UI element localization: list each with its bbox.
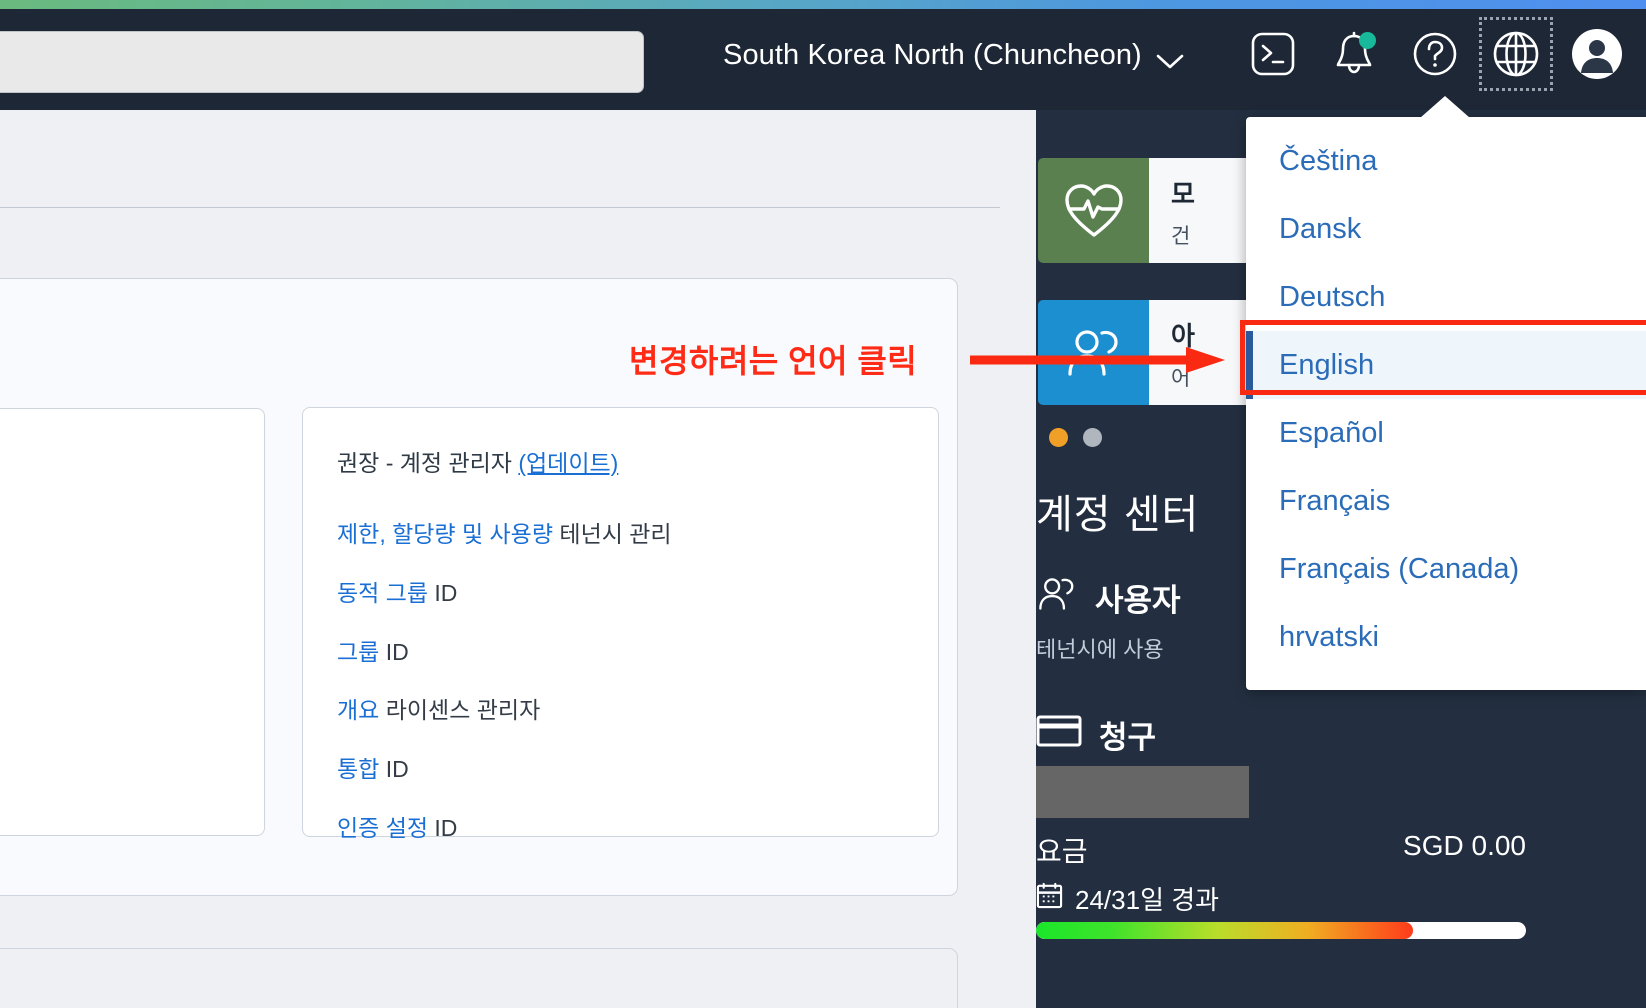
content-card-bottom: [0, 948, 958, 1008]
carousel-dots[interactable]: [1049, 428, 1102, 447]
content-strip-upper: [0, 110, 1000, 208]
brand-gradient-strip: [0, 0, 1646, 9]
days-progress-fill: [1036, 922, 1414, 939]
region-selector[interactable]: South Korea North (Chuncheon): [723, 39, 1184, 72]
days-elapsed-label: 24/31일 경과: [1075, 885, 1220, 915]
help-icon: [1412, 31, 1458, 77]
heart-pulse-icon: [1038, 158, 1149, 263]
language-dropdown-menu[interactable]: Čeština Dansk Deutsch English Español Fr…: [1246, 117, 1646, 690]
quick-links-update-link[interactable]: (업데이트): [518, 450, 618, 476]
quick-link-anchor[interactable]: 그룹: [337, 639, 379, 665]
users-section-subtitle: 테넌시에 사용: [1036, 637, 1164, 662]
quick-links-heading-text: 권장 - 계정 관리자: [337, 450, 519, 476]
quick-link-row: 동적 그룹 ID: [337, 579, 904, 608]
users-section: 사용자 테넌시에 사용: [1036, 575, 1181, 664]
quick-link-anchor[interactable]: 제한, 할당량 및 사용량: [337, 521, 553, 547]
billing-section-title: 청구: [1099, 720, 1157, 755]
credit-card-icon: [1036, 714, 1082, 756]
quick-link-row: 인증 설정 ID: [337, 814, 904, 843]
quick-link-row: 통합 ID: [337, 755, 904, 784]
cloud-shell-button[interactable]: [1246, 27, 1300, 81]
quick-link-rest: ID: [379, 638, 409, 665]
users-icon: [1036, 576, 1078, 620]
carousel-dot-active[interactable]: [1049, 428, 1068, 447]
language-option-italiano[interactable]: Italiano: [1246, 671, 1646, 691]
charge-value: SGD 0.00: [1403, 830, 1526, 861]
quick-links-card: 권장 - 계정 관리자 (업데이트) 제한, 할당량 및 사용량 테넌시 관리 …: [302, 407, 939, 841]
main-content-area: 권장 - 계정 관리자 (업데이트) 제한, 할당량 및 사용량 테넌시 관리 …: [0, 110, 1000, 1008]
panel-gutter: [1000, 110, 1036, 1008]
language-option-espanol[interactable]: Español: [1246, 399, 1646, 467]
quick-link-anchor[interactable]: 동적 그룹: [337, 580, 428, 606]
top-header-bar: South Korea North (Chuncheon): [0, 9, 1646, 110]
content-strip-lower: [0, 209, 1000, 278]
notifications-button[interactable]: [1327, 27, 1381, 81]
avatar-icon: [1571, 28, 1623, 80]
annotation-arrow-icon: [970, 347, 1225, 373]
calendar-icon: [1036, 882, 1063, 916]
region-label: South Korea North (Chuncheon): [723, 39, 1142, 71]
search-input[interactable]: [0, 31, 644, 93]
charge-label: 요금: [1036, 836, 1088, 867]
quick-link-rest: ID: [428, 579, 458, 606]
content-card-left: [0, 408, 265, 836]
quick-link-rest: ID: [379, 756, 409, 782]
language-option-cestina[interactable]: Čeština: [1246, 127, 1646, 195]
days-elapsed-row: 24/31일 경과: [1036, 880, 1219, 917]
quick-link-rest: 테넌시 관리: [553, 521, 672, 547]
help-button[interactable]: [1408, 27, 1462, 81]
dropdown-caret: [1420, 96, 1470, 118]
quick-link-rest: 라이센스 관리자: [379, 697, 541, 724]
cloud-shell-icon: [1250, 31, 1296, 77]
quick-link-anchor[interactable]: 개요: [337, 697, 379, 723]
account-center-title: 계정 센터: [1036, 493, 1200, 537]
profile-button[interactable]: [1570, 27, 1624, 81]
billing-section-head: 청구: [1036, 712, 1156, 757]
quick-link-row: 개요 라이센스 관리자: [337, 696, 904, 725]
language-option-dansk[interactable]: Dansk: [1246, 195, 1646, 263]
quick-link-rest: ID: [428, 814, 458, 841]
quick-link-anchor[interactable]: 인증 설정: [337, 815, 428, 841]
chevron-down-icon: [1155, 53, 1184, 68]
quick-link-row: 제한, 할당량 및 사용량 테넌시 관리: [337, 520, 904, 549]
notification-badge-dot: [1359, 32, 1376, 49]
language-option-francais[interactable]: Français: [1246, 467, 1646, 535]
language-option-francais-canada[interactable]: Français (Canada): [1246, 535, 1646, 603]
quick-link-anchor[interactable]: 통합: [337, 756, 379, 782]
header-icon-group: [1246, 17, 1624, 91]
quick-link-row: 그룹 ID: [337, 638, 904, 667]
quick-links-heading: 권장 - 계정 관리자 (업데이트): [337, 444, 904, 478]
language-option-deutsch[interactable]: Deutsch: [1246, 263, 1646, 331]
annotation-text: 변경하려는 언어 클릭: [629, 343, 918, 379]
charge-row: 요금 SGD 0.00: [1036, 830, 1526, 870]
globe-icon: [1492, 30, 1540, 78]
days-progress-bar: [1036, 922, 1526, 939]
users-section-title: 사용자: [1095, 583, 1181, 618]
billing-section: 청구: [1036, 712, 1156, 757]
language-option-english[interactable]: English: [1246, 331, 1646, 399]
users-section-head: 사용자: [1036, 575, 1181, 620]
language-option-hrvatski[interactable]: hrvatski: [1246, 603, 1646, 671]
billing-redacted-value: [1036, 766, 1249, 818]
carousel-dot[interactable]: [1083, 428, 1102, 447]
language-button[interactable]: [1479, 17, 1553, 91]
